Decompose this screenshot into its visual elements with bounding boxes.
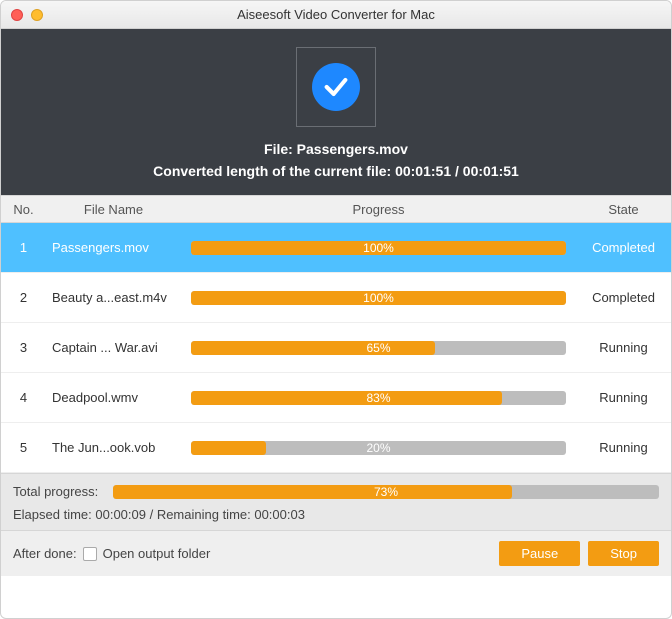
row-state: Completed [576, 240, 671, 255]
col-header-no: No. [1, 202, 46, 217]
row-filename: Passengers.mov [46, 240, 181, 255]
total-progress-percent: 73% [113, 485, 659, 499]
col-header-progress: Progress [181, 202, 576, 217]
row-progress-bar: 100% [191, 291, 566, 305]
window-title: Aiseesoft Video Converter for Mac [1, 7, 671, 22]
stop-button[interactable]: Stop [588, 541, 659, 566]
close-icon[interactable] [11, 9, 23, 21]
hero-panel: File: Passengers.mov Converted length of… [1, 29, 671, 195]
thumbnail-box [296, 47, 376, 127]
row-state: Running [576, 340, 671, 355]
row-progress-percent: 83% [191, 391, 566, 405]
row-filename: Beauty a...east.m4v [46, 290, 181, 305]
open-folder-checkbox[interactable] [83, 547, 97, 561]
minimize-icon[interactable] [31, 9, 43, 21]
titlebar: Aiseesoft Video Converter for Mac [1, 1, 671, 29]
row-no: 2 [1, 290, 46, 305]
time-label: Elapsed time: 00:00:09 / Remaining time:… [13, 507, 659, 522]
footer: After done: Open output folder Pause Sto… [1, 530, 671, 576]
current-file-label: File: Passengers.mov [1, 141, 671, 157]
row-progress-bar: 100% [191, 241, 566, 255]
row-no: 5 [1, 440, 46, 455]
row-progress-percent: 20% [191, 441, 566, 455]
row-progress-bar: 20% [191, 441, 566, 455]
row-filename: Deadpool.wmv [46, 390, 181, 405]
app-window: Aiseesoft Video Converter for Mac File: … [0, 0, 672, 619]
row-progress-percent: 100% [191, 241, 566, 255]
row-no: 1 [1, 240, 46, 255]
row-state: Running [576, 440, 671, 455]
checkmark-icon [312, 63, 360, 111]
row-no: 3 [1, 340, 46, 355]
table-row[interactable]: 3Captain ... War.avi 65% Running [1, 323, 671, 373]
col-header-filename: File Name [46, 202, 181, 217]
row-progress-percent: 65% [191, 341, 566, 355]
pause-button[interactable]: Pause [499, 541, 580, 566]
table-row[interactable]: 1Passengers.mov 100% Completed [1, 223, 671, 273]
after-done-label: After done: [13, 546, 77, 561]
row-progress-bar: 83% [191, 391, 566, 405]
row-state: Running [576, 390, 671, 405]
open-folder-label: Open output folder [103, 546, 211, 561]
col-header-state: State [576, 202, 671, 217]
total-progress-label: Total progress: [13, 484, 113, 499]
row-no: 4 [1, 390, 46, 405]
converted-length-label: Converted length of the current file: 00… [1, 163, 671, 179]
row-filename: The Jun...ook.vob [46, 440, 181, 455]
row-state: Completed [576, 290, 671, 305]
table-row[interactable]: 4Deadpool.wmv 83% Running [1, 373, 671, 423]
row-progress-percent: 100% [191, 291, 566, 305]
table-body: 1Passengers.mov100%Completed2Beauty a...… [1, 223, 671, 473]
table-row[interactable]: 2Beauty a...east.m4v 100% Completed [1, 273, 671, 323]
table-row[interactable]: 5The Jun...ook.vob 20% Running [1, 423, 671, 473]
total-progress-bar: 73% [113, 485, 659, 499]
table-header: No. File Name Progress State [1, 195, 671, 223]
row-progress-bar: 65% [191, 341, 566, 355]
traffic-lights [11, 9, 43, 21]
total-section: Total progress: 73% Elapsed time: 00:00:… [1, 473, 671, 530]
row-filename: Captain ... War.avi [46, 340, 181, 355]
